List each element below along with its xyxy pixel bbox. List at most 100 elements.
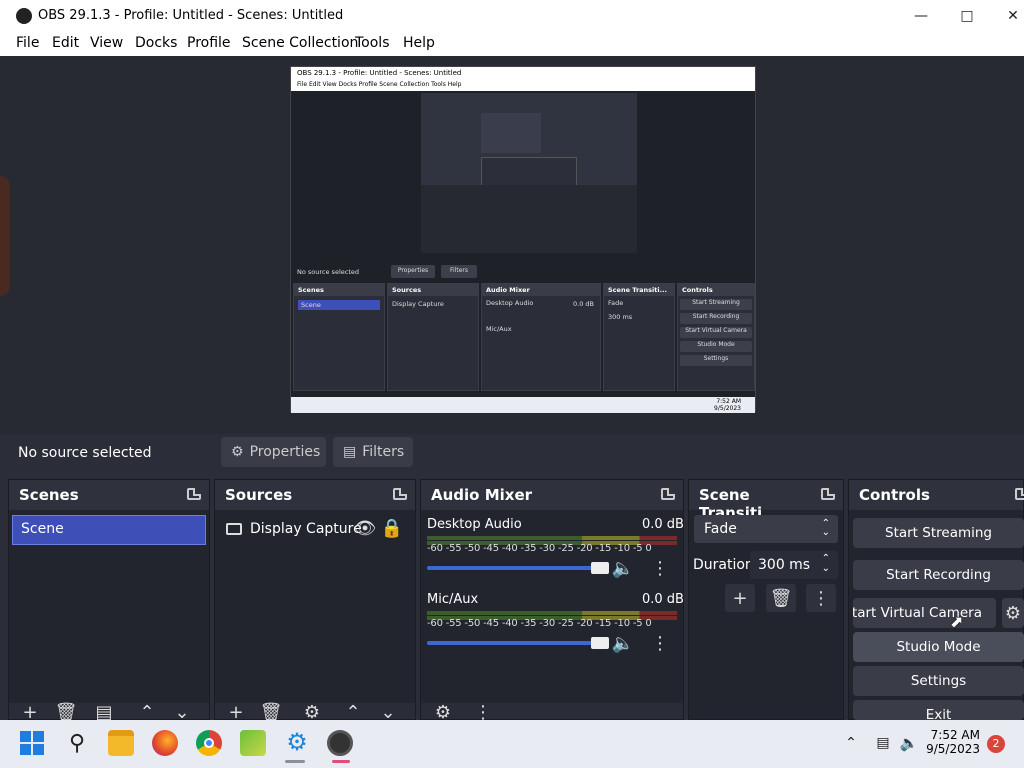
virtual-camera-settings-icon[interactable]: ⚙ bbox=[1002, 598, 1024, 628]
speaker-icon[interactable]: 🔈 bbox=[612, 633, 634, 654]
obs-taskbar-icon[interactable] bbox=[327, 730, 353, 756]
windows-start-icon[interactable] bbox=[20, 731, 44, 755]
mixer-footer bbox=[421, 703, 683, 719]
add-transition-icon[interactable]: + bbox=[725, 584, 755, 612]
remove-source-icon[interactable]: 🗑 bbox=[260, 702, 283, 723]
eye-icon[interactable]: 👁 bbox=[354, 518, 377, 539]
menu-docks[interactable]: Docks bbox=[135, 35, 177, 51]
popout-icon[interactable] bbox=[821, 488, 835, 500]
move-up-icon[interactable]: ⌃ bbox=[137, 702, 157, 723]
notification-badge[interactable]: 2 bbox=[987, 735, 1005, 753]
menu-edit[interactable]: Edit bbox=[52, 35, 79, 51]
duration-value: 300 ms bbox=[758, 557, 811, 573]
filter-icon: ▤ bbox=[343, 444, 357, 460]
mic-aux-slider[interactable] bbox=[427, 641, 601, 645]
settings-button[interactable]: Settings bbox=[853, 666, 1024, 696]
monitor-icon bbox=[226, 523, 242, 535]
preview-no-source: No source selected bbox=[297, 268, 359, 276]
menu-help[interactable]: Help bbox=[403, 35, 435, 51]
firefox-icon[interactable] bbox=[152, 730, 178, 756]
add-source-icon[interactable]: + bbox=[226, 702, 246, 723]
transition-selected: Fade bbox=[704, 521, 737, 537]
remove-scene-icon[interactable]: 🗑 bbox=[55, 702, 78, 723]
popout-icon[interactable] bbox=[393, 488, 407, 500]
menu-profile[interactable]: Profile bbox=[187, 35, 231, 51]
menu-file[interactable]: File bbox=[16, 35, 39, 51]
source-settings-icon[interactable]: ⚙ bbox=[302, 702, 322, 723]
lock-icon[interactable]: 🔒 bbox=[381, 518, 403, 539]
more-options-icon[interactable]: ⋮ bbox=[650, 633, 670, 654]
menu-view[interactable]: View bbox=[90, 35, 123, 51]
maximize-icon[interactable]: □ bbox=[944, 0, 990, 32]
settings-gear-icon[interactable]: ⚙ bbox=[283, 728, 311, 756]
preview-controls-dock: Controls Start Streaming Start Recording… bbox=[677, 283, 755, 391]
title-bar: OBS 29.1.3 - Profile: Untitled - Scenes:… bbox=[0, 0, 1024, 32]
preview-sources-dock: Sources Display Capture bbox=[387, 283, 479, 391]
source-item-label: Display Capture bbox=[250, 521, 362, 537]
controls-title: Controls bbox=[849, 480, 1023, 510]
add-scene-icon[interactable]: + bbox=[20, 702, 40, 723]
clock-time: 7:52 AM bbox=[930, 728, 980, 742]
transition-select[interactable]: Fade ⌃ ⌄ bbox=[694, 515, 838, 543]
speaker-icon[interactable]: 🔈 bbox=[612, 558, 634, 579]
scene-filters-icon[interactable]: ▤ bbox=[94, 702, 114, 723]
wallpaper-edge bbox=[0, 176, 10, 296]
mixer-menu-icon[interactable]: ⋮ bbox=[474, 702, 492, 723]
preview-nested-canvas bbox=[421, 93, 637, 253]
popout-icon[interactable] bbox=[1015, 488, 1024, 500]
clock-date: 9/5/2023 bbox=[926, 742, 980, 756]
mouse-cursor-icon: ⬈ bbox=[950, 612, 964, 631]
preview-taskbar: 7:52 AM 9/5/2023 bbox=[291, 397, 755, 413]
studio-mode-button[interactable]: Studio Mode bbox=[853, 632, 1024, 662]
menu-scene-collection[interactable]: Scene Collection bbox=[242, 35, 358, 51]
close-icon[interactable]: ✕ bbox=[990, 0, 1024, 32]
mic-aux-ticks: -60 -55 -50 -45 -40 -35 -30 -25 -20 -15 … bbox=[427, 618, 652, 629]
move-down-icon[interactable]: ⌄ bbox=[172, 702, 192, 723]
updown-icon: ⌃ ⌄ bbox=[821, 518, 830, 538]
volume-icon[interactable]: 🔈 bbox=[899, 734, 919, 752]
audio-mixer-title: Audio Mixer bbox=[421, 480, 683, 510]
preview-filters: Filters bbox=[441, 265, 477, 278]
exit-button[interactable]: Exit bbox=[853, 700, 1024, 720]
duration-input[interactable]: 300 ms ⌃ ⌄ bbox=[750, 551, 838, 579]
source-up-icon[interactable]: ⌃ bbox=[343, 702, 363, 723]
transition-properties-icon[interactable]: ⋮ bbox=[806, 584, 836, 612]
file-explorer-icon[interactable] bbox=[108, 730, 134, 756]
popout-icon[interactable] bbox=[187, 488, 201, 500]
clock[interactable]: 7:52 AM 9/5/2023 bbox=[920, 728, 980, 756]
preview-transitions-dock: Scene Transiti... Fade 300 ms bbox=[603, 283, 675, 391]
popout-icon[interactable] bbox=[661, 488, 675, 500]
mixer-settings-icon[interactable]: ⚙ bbox=[433, 702, 453, 723]
desktop-audio-knob[interactable] bbox=[591, 562, 609, 574]
sources-title: Sources bbox=[215, 480, 415, 510]
mic-aux-label: Mic/Aux bbox=[427, 592, 479, 607]
more-options-icon[interactable]: ⋮ bbox=[650, 558, 670, 579]
scene-transitions-title: Scene Transiti... bbox=[689, 480, 843, 522]
desktop-audio-label: Desktop Audio bbox=[427, 517, 522, 532]
remove-transition-icon[interactable]: 🗑 bbox=[766, 584, 796, 612]
start-recording-button[interactable]: Start Recording bbox=[853, 560, 1024, 590]
menu-tools[interactable]: Tools bbox=[355, 35, 390, 51]
chrome-icon[interactable] bbox=[196, 730, 222, 756]
running-indicator bbox=[285, 760, 305, 763]
source-toolbar: No source selected bbox=[0, 434, 1024, 472]
active-indicator bbox=[332, 760, 350, 763]
mic-aux-knob[interactable] bbox=[591, 637, 609, 649]
properties-button[interactable]: ⚙ Properties bbox=[221, 437, 326, 467]
source-down-icon[interactable]: ⌄ bbox=[378, 702, 398, 723]
properties-label: Properties bbox=[249, 444, 321, 460]
search-icon[interactable]: ⚲ bbox=[64, 730, 90, 756]
scene-item[interactable]: Scene bbox=[12, 515, 206, 545]
notepad-icon[interactable] bbox=[240, 730, 266, 756]
obs-logo-icon bbox=[16, 8, 32, 24]
start-virtual-camera-button[interactable]: Start Virtual Camera bbox=[853, 598, 996, 628]
minimize-icon[interactable]: — bbox=[898, 0, 944, 32]
network-icon[interactable]: ▤ bbox=[873, 734, 893, 752]
spinner-icon[interactable]: ⌃ ⌄ bbox=[822, 554, 830, 574]
desktop-audio-slider[interactable] bbox=[427, 566, 601, 570]
chevron-up-icon[interactable]: ⌃ bbox=[843, 734, 859, 752]
desktop-audio-db: 0.0 dB bbox=[642, 517, 684, 532]
filters-button[interactable]: ▤ Filters bbox=[333, 437, 413, 467]
source-item[interactable]: Display Capture bbox=[226, 518, 406, 540]
start-streaming-button[interactable]: Start Streaming bbox=[853, 518, 1024, 548]
